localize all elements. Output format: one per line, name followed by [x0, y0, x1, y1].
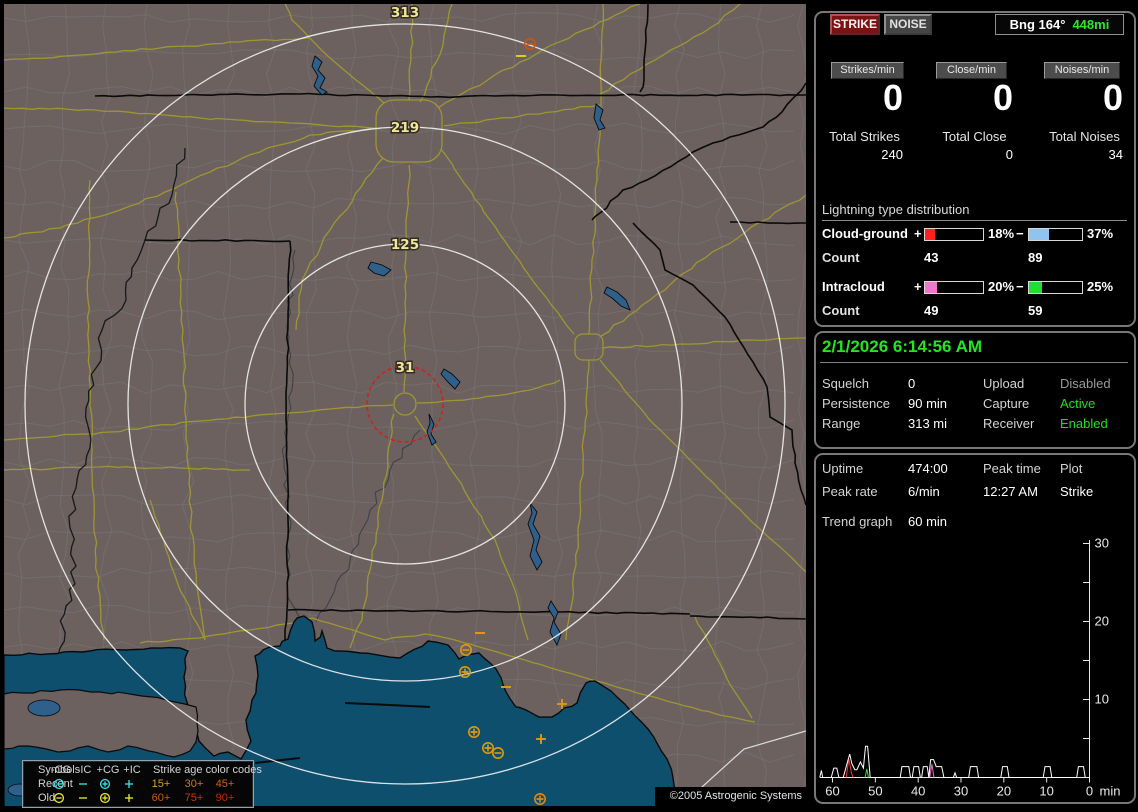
receiver-status: Enabled [1060, 416, 1108, 431]
svg-text:219: 219 [391, 120, 419, 136]
legend-recent-plus-icon [125, 780, 133, 788]
legend-old-plus-icon [125, 794, 133, 802]
ic-count-label: Count [822, 303, 860, 318]
total-close-label: Total Close [942, 129, 1007, 144]
datetime-readout: 2/1/2026 6:14:56 AM [822, 337, 983, 356]
ic-neg-count: 59 [1028, 303, 1043, 318]
intracloud-label: Intracloud [822, 279, 885, 294]
cg-neg-pct: 37% [1087, 226, 1114, 241]
squelch-label: Squelch [822, 376, 869, 391]
cg-pos-pct: 18% [988, 226, 1015, 241]
trend-series-ic-neg [864, 768, 869, 778]
cg-plus-sign: + [914, 226, 922, 241]
squelch-value: 0 [908, 376, 916, 391]
svg-text:0: 0 [1086, 784, 1093, 799]
ic-pos-pct: 20% [988, 279, 1015, 294]
ic-neg-pct: 25% [1087, 279, 1114, 294]
total-strikes-label: Total Strikes [829, 129, 900, 144]
bearing-label: Bng 164° [1009, 17, 1066, 32]
legend-age-title: Strike age color codes [153, 764, 262, 776]
map-legend: Symbols -CG -IC +CG +IC Strike age color… [22, 760, 262, 808]
svg-text:30: 30 [1095, 536, 1109, 551]
cg-count-label: Count [822, 250, 860, 265]
cloud-ground-label: Cloud-ground [822, 226, 908, 241]
ic-neg-bar-fill [1029, 282, 1043, 293]
total-noises-value: 34 [1108, 147, 1123, 162]
map-canvas[interactable]: 31 125 219 313 [4, 4, 806, 806]
legend-age-90: 90+ [215, 792, 235, 804]
distribution-title: Lightning type distribution [822, 202, 1127, 221]
legend-age-15: 15+ [151, 778, 171, 790]
cg-neg-bar-fill [1029, 229, 1049, 240]
ic-pos-bar [924, 281, 984, 294]
svg-text:31: 31 [396, 360, 415, 376]
lightning-map[interactable]: 31 125 219 313 [4, 4, 806, 806]
svg-text:30: 30 [954, 784, 968, 799]
ic-pos-bar-fill [925, 282, 937, 293]
svg-text:10: 10 [1095, 692, 1109, 707]
svg-text:10: 10 [1039, 784, 1053, 799]
svg-text:125: 125 [391, 237, 419, 253]
legend-old-circle-plus-icon [99, 792, 111, 804]
legend-symbol-glyphs [53, 778, 133, 804]
legend-age-45: 45+ [215, 778, 235, 790]
total-close-value: 0 [1005, 147, 1013, 162]
strikes-counter-column: 0 Total Strikes 240 [826, 77, 903, 163]
noise-mode-button[interactable]: NOISE [884, 14, 932, 35]
upload-label: Upload [983, 376, 1025, 391]
datetime-divider [820, 362, 1128, 363]
total-strikes-value: 240 [881, 147, 903, 162]
receiver-label: Receiver [983, 416, 1035, 431]
range-label: Range [822, 416, 861, 431]
persistence-value: 90 min [908, 396, 948, 411]
svg-text:min: min [1100, 784, 1121, 799]
cg-pos-count: 43 [924, 250, 939, 265]
trend-axes: 10 20 30 60 50 40 30 20 10 0 min [820, 536, 1120, 799]
capture-status: Active [1060, 396, 1096, 411]
legend-age-30: 30+ [184, 778, 204, 790]
copyright-notice: ©2005 Astrogenic Systems [655, 787, 806, 806]
legend-recent-circle-minus-icon [53, 778, 65, 790]
close-counter-column: 0 Total Close 0 [936, 77, 1013, 163]
legend-recent-circle-plus-icon [99, 778, 111, 790]
strikes-per-min-value: 0 [882, 77, 903, 118]
ic-minus-sign: − [1016, 279, 1024, 294]
upload-status: Disabled [1060, 376, 1111, 391]
ic-plus-sign: + [914, 279, 922, 294]
ic-pos-count: 49 [924, 303, 939, 318]
noises-per-min-value: 0 [1102, 77, 1123, 118]
cg-minus-sign: − [1016, 226, 1024, 241]
svg-text:60: 60 [825, 784, 839, 799]
ic-neg-bar [1028, 281, 1083, 294]
legend-age-75: 75+ [184, 792, 204, 804]
bearing-readout: Bng 164° 448mi [995, 14, 1124, 35]
cg-pos-bar [924, 228, 984, 241]
capture-label: Capture [983, 396, 1030, 411]
bearing-distance: 448mi [1072, 17, 1110, 32]
close-per-min-value: 0 [992, 77, 1013, 118]
svg-text:20: 20 [997, 784, 1011, 799]
cg-pos-bar-fill [925, 229, 936, 240]
svg-text:313: 313 [391, 5, 419, 21]
trend-series [819, 745, 1086, 778]
strike-mode-button[interactable]: STRIKE [830, 14, 880, 35]
svg-text:20: 20 [1095, 614, 1109, 629]
range-value: 313 mi [908, 416, 948, 431]
cg-neg-bar [1028, 228, 1083, 241]
legend-age-60: 60+ [151, 792, 171, 804]
trend-graph: 10 20 30 60 50 40 30 20 10 0 min [819, 536, 1120, 799]
noises-counter-column: 0 Total Noises 34 [1046, 77, 1123, 163]
legend-old-circle-minus-icon [53, 792, 65, 804]
svg-text:40: 40 [911, 784, 925, 799]
trend-series-total-strikes [819, 745, 1086, 778]
stormtracker-window: 31 125 219 313 Symbols -CG -IC +CG +IC Stri… [0, 0, 1138, 812]
cg-neg-count: 89 [1028, 250, 1043, 265]
svg-text:50: 50 [868, 784, 882, 799]
total-noises-label: Total Noises [1049, 129, 1120, 144]
persistence-label: Persistence [822, 396, 890, 411]
